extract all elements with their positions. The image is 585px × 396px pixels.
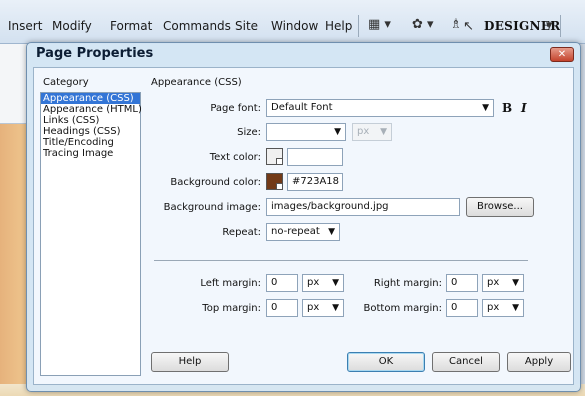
dialog-title: Page Properties	[36, 46, 154, 61]
page-properties-dialog: Page Properties ✕ Category Appearance (C…	[26, 42, 581, 392]
size-label: Size:	[237, 127, 261, 138]
italic-button[interactable]: I	[521, 101, 527, 115]
left-margin-unit[interactable]: px ▼	[302, 274, 344, 292]
text-color-picker[interactable]	[266, 148, 283, 165]
top-margin-label: Top margin:	[202, 303, 261, 314]
background-image-field[interactable]: images/background.jpg	[266, 198, 460, 216]
mouse-cursor-icon: ↖	[463, 19, 474, 34]
chevron-down-icon: ▼	[380, 127, 387, 137]
page-font-label: Page font:	[210, 103, 261, 114]
cancel-button[interactable]: Cancel	[432, 352, 500, 372]
size-select[interactable]: ▼	[266, 123, 346, 141]
category-tracing-image[interactable]: Tracing Image	[41, 148, 140, 159]
repeat-label: Repeat:	[222, 227, 261, 238]
repeat-select[interactable]: no-repeat ▼	[266, 223, 340, 241]
layout-grid-icon[interactable]: ▦ ▾	[368, 17, 391, 32]
menu-separator	[358, 15, 359, 37]
background-color-picker[interactable]	[266, 173, 283, 190]
category-heading: Category	[43, 77, 89, 88]
chevron-down-icon: ▼	[332, 278, 339, 288]
category-list[interactable]: Appearance (CSS) Appearance (HTML) Links…	[40, 92, 142, 376]
top-margin-field[interactable]: 0	[266, 299, 298, 317]
dialog-body: Category Appearance (CSS) Appearance (HT…	[33, 67, 574, 385]
menu-insert[interactable]: Insert	[8, 19, 42, 33]
category-headings-css[interactable]: Headings (CSS)	[41, 126, 140, 137]
background-color-label: Background color:	[170, 177, 261, 188]
help-button[interactable]: Help	[151, 352, 229, 372]
background-image-label: Background image:	[163, 202, 261, 213]
ok-button[interactable]: OK	[347, 352, 425, 372]
right-margin-unit-value: px	[487, 277, 500, 288]
top-margin-unit-value: px	[307, 302, 320, 313]
right-margin-field[interactable]: 0	[446, 274, 478, 292]
menu-format[interactable]: Format	[110, 19, 152, 33]
extend-icon[interactable]: ♗	[450, 17, 462, 32]
menu-help[interactable]: Help	[325, 19, 352, 33]
section-title: Appearance (CSS)	[151, 77, 242, 88]
category-appearance-css[interactable]: Appearance (CSS)	[41, 93, 140, 104]
menu-window[interactable]: Window	[271, 19, 318, 33]
browse-button[interactable]: Browse...	[466, 197, 534, 217]
chevron-down-icon: ▼	[334, 127, 341, 137]
picker-corner-icon	[276, 183, 282, 189]
bold-button[interactable]: B	[502, 101, 512, 115]
text-color-label: Text color:	[209, 152, 261, 163]
top-margin-unit[interactable]: px ▼	[302, 299, 344, 317]
dialog-titlebar[interactable]: Page Properties ✕	[27, 43, 580, 65]
left-margin-field[interactable]: 0	[266, 274, 298, 292]
text-color-field[interactable]	[287, 148, 343, 166]
right-margin-unit[interactable]: px ▼	[482, 274, 524, 292]
chevron-down-icon: ▼	[328, 227, 335, 237]
chevron-down-icon: ▼	[332, 303, 339, 313]
close-icon[interactable]: ✕	[550, 47, 574, 62]
chevron-down-icon: ▼	[512, 278, 519, 288]
bottom-margin-field[interactable]: 0	[446, 299, 478, 317]
bottom-margin-unit-value: px	[487, 302, 500, 313]
background-color-field[interactable]: #723A18	[287, 173, 343, 191]
bottom-margin-label: Bottom margin:	[363, 303, 443, 314]
category-title-encoding[interactable]: Title/Encoding	[41, 137, 140, 148]
page-font-select[interactable]: Default Font ▼	[266, 99, 494, 117]
size-unit-select: px ▼	[352, 123, 392, 141]
category-links-css[interactable]: Links (CSS)	[41, 115, 140, 126]
divider	[154, 260, 528, 261]
gear-icon[interactable]: ✿ ▾	[412, 17, 434, 32]
menubar: Insert Modify Format Commands Site Windo…	[0, 0, 585, 44]
menu-site[interactable]: Site	[235, 19, 258, 33]
category-appearance-html[interactable]: Appearance (HTML)	[41, 104, 142, 115]
chevron-down-icon: ▼	[512, 303, 519, 313]
menu-separator	[560, 15, 561, 37]
left-margin-label: Left margin:	[200, 278, 261, 289]
left-margin-unit-value: px	[307, 277, 320, 288]
size-unit-value: px	[357, 126, 370, 137]
repeat-value: no-repeat	[271, 226, 320, 237]
chevron-down-icon: ▼	[482, 103, 489, 113]
bottom-margin-unit[interactable]: px ▼	[482, 299, 524, 317]
page-font-value: Default Font	[271, 102, 333, 113]
menu-commands[interactable]: Commands	[163, 19, 231, 33]
right-margin-label: Right margin:	[373, 278, 442, 289]
chevron-down-icon[interactable]: ▾	[546, 18, 553, 33]
picker-corner-icon	[276, 158, 282, 164]
menu-modify[interactable]: Modify	[52, 19, 92, 33]
apply-button[interactable]: Apply	[507, 352, 571, 372]
